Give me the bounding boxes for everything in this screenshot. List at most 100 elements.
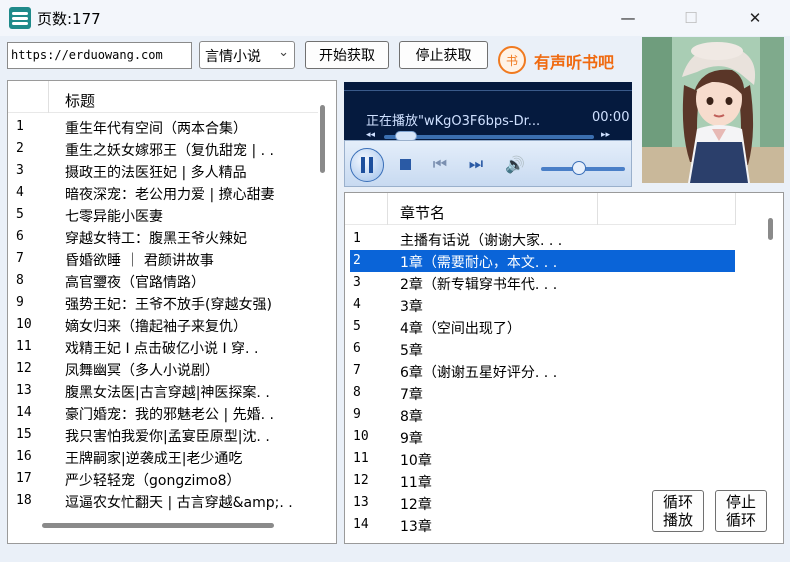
start-fetch-button[interactable]: 开始获取	[305, 41, 389, 69]
book-row[interactable]: 17 严少轻轻宠（gongzimo8）	[8, 468, 316, 490]
stop-fetch-button[interactable]: 停止获取	[399, 41, 488, 69]
book-row-number: 3	[16, 163, 24, 178]
book-row[interactable]: 15 我只害怕我爱你|孟宴臣原型|沈. .	[8, 424, 316, 446]
chapter-row-number: 1	[353, 231, 361, 246]
book-row[interactable]: 3 摄政王的法医狂妃 | 多人精品	[8, 160, 316, 182]
column-header-title: 标题	[65, 92, 96, 110]
loop-play-button[interactable]: 循环 播放	[652, 490, 704, 532]
book-row-title: 重生之妖女嫁邪王（复仇甜宠 | . .	[65, 143, 274, 159]
chapter-row[interactable]: 2 1章（需要耐心，本文. . .	[350, 250, 735, 272]
book-row-number: 7	[16, 251, 24, 266]
chevron-down-icon: ⌄	[278, 45, 289, 60]
book-row[interactable]: 9 强势王妃：王爷不放手(穿越女强)	[8, 292, 316, 314]
book-row[interactable]: 10 嫡女归来（撸起袖子来复仇）	[8, 314, 316, 336]
book-row-title: 王牌嗣家|逆袭成王|老少通吃	[65, 451, 243, 467]
title-bar: 页数:177 — ☐ ✕	[0, 0, 790, 36]
book-row-title: 重生年代有空间（两本合集）	[65, 121, 247, 137]
previous-icon: ⏮	[432, 154, 448, 173]
chapter-row[interactable]: 12 11章	[350, 470, 735, 492]
volume-handle[interactable]	[571, 161, 586, 175]
app-icon	[9, 7, 31, 29]
pause-button[interactable]	[350, 148, 384, 182]
maximize-button[interactable]: ☐	[674, 6, 708, 30]
book-row-number: 2	[16, 141, 24, 156]
book-row[interactable]: 12 凤舞幽冥（多人小说剧）	[8, 358, 316, 380]
book-list[interactable]: 标题 1 重生年代有空间（两本合集） 2 重生之妖女嫁邪王（复仇甜宠 | . . 3 摄政…	[7, 80, 337, 544]
minimize-button[interactable]: —	[611, 6, 645, 30]
book-list-vertical-scrollbar[interactable]	[320, 105, 325, 173]
stop-loop-button[interactable]: 停止 循环	[715, 490, 767, 532]
chapter-list-vertical-scrollbar[interactable]	[768, 218, 773, 240]
previous-button[interactable]: ⏮	[429, 154, 451, 174]
book-row-title: 严少轻轻宠（gongzimo8）	[65, 473, 241, 489]
chapter-row[interactable]: 8 7章	[350, 382, 735, 404]
book-row[interactable]: 1 重生年代有空间（两本合集）	[8, 116, 316, 138]
chapter-row-title: 8章	[400, 409, 423, 425]
seek-forward-icon[interactable]: ▸▸	[601, 130, 610, 140]
player-display: 正在播放"wKgO3F6bps-Dr... 00:00 ◂◂ ▸▸	[344, 82, 632, 140]
book-row[interactable]: 11 戏精王妃 I 点击破亿小说 I 穿. .	[8, 336, 316, 358]
book-row-title: 凤舞幽冥（多人小说剧）	[65, 363, 219, 379]
book-row-title: 豪门婚宠：我的邪魅老公 | 先婚. .	[65, 407, 274, 423]
book-row[interactable]: 18 逗逼农女忙翻天 | 古言穿越&amp;. .	[8, 490, 316, 512]
chapter-row[interactable]: 4 3章	[350, 294, 735, 316]
book-row[interactable]: 16 王牌嗣家|逆袭成王|老少通吃	[8, 446, 316, 468]
chapter-row-title: 9章	[400, 431, 423, 447]
book-row-title: 暗夜深宠：老公用力爱 | 撩心甜妻	[65, 187, 275, 203]
chapter-row-title: 11章	[400, 475, 432, 491]
headphones-book-icon: 书	[498, 46, 526, 74]
window-title: 页数:177	[37, 10, 101, 28]
book-row-number: 18	[16, 493, 32, 508]
chapter-row[interactable]: 1 主播有话说（谢谢大家. . .	[350, 228, 735, 250]
stop-button[interactable]	[395, 154, 415, 174]
avatar-illustration	[642, 37, 784, 183]
book-row[interactable]: 13 腹黑女法医|古言穿越|神医探案. .	[8, 380, 316, 402]
book-row-title: 七零异能小医妻	[65, 209, 163, 225]
player-controls: ⏮ ⏭ 🔊	[344, 140, 632, 187]
book-row-number: 9	[16, 295, 24, 310]
book-row-number: 4	[16, 185, 24, 200]
close-button[interactable]: ✕	[738, 6, 772, 30]
book-row[interactable]: 6 穿越女特工：腹黑王爷火辣妃	[8, 226, 316, 248]
seek-handle[interactable]	[394, 131, 417, 140]
book-list-horizontal-scrollbar[interactable]	[42, 523, 274, 528]
book-row-number: 6	[16, 229, 24, 244]
book-row-title: 腹黑女法医|古言穿越|神医探案. .	[65, 385, 270, 401]
book-row-title: 戏精王妃 I 点击破亿小说 I 穿. .	[65, 341, 259, 357]
chapter-row-number: 7	[353, 363, 361, 378]
book-row-title: 嫡女归来（撸起袖子来复仇）	[65, 319, 247, 335]
book-row-title: 穿越女特工：腹黑王爷火辣妃	[65, 231, 247, 247]
genre-selected-value: 言情小说	[205, 49, 261, 65]
chapter-row-number: 5	[353, 319, 361, 334]
chapter-row[interactable]: 7 6章（谢谢五星好评分. . .	[350, 360, 735, 382]
book-row[interactable]: 7 昏婚欲睡 ｜ 君颜讲故事	[8, 248, 316, 270]
seek-back-icon[interactable]: ◂◂	[366, 130, 375, 140]
next-button[interactable]: ⏭	[465, 154, 487, 174]
chapter-row-number: 6	[353, 341, 361, 356]
book-row-number: 15	[16, 427, 32, 442]
book-row[interactable]: 5 七零异能小医妻	[8, 204, 316, 226]
volume-button[interactable]: 🔊	[503, 154, 527, 174]
chapter-row-title: 12章	[400, 497, 432, 513]
chapter-row-title: 4章（空间出现了）	[400, 321, 521, 337]
logo-text: 有声听书吧	[534, 53, 615, 72]
book-row[interactable]: 2 重生之妖女嫁邪王（复仇甜宠 | . .	[8, 138, 316, 160]
genre-select[interactable]: 言情小说 ⌄	[199, 41, 295, 69]
chapter-row[interactable]: 10 9章	[350, 426, 735, 448]
chapter-row[interactable]: 5 4章（空间出现了）	[350, 316, 735, 338]
book-list-header: 标题	[8, 81, 318, 113]
chapter-row[interactable]: 11 10章	[350, 448, 735, 470]
book-row[interactable]: 8 高官瓕夜（官路情路）	[8, 270, 316, 292]
chapter-row[interactable]: 9 8章	[350, 404, 735, 426]
book-row-title: 昏婚欲睡 ｜ 君颜讲故事	[65, 253, 214, 269]
pause-icon	[361, 157, 373, 173]
book-row-number: 16	[16, 449, 32, 464]
book-row[interactable]: 4 暗夜深宠：老公用力爱 | 撩心甜妻	[8, 182, 316, 204]
chapter-row[interactable]: 6 5章	[350, 338, 735, 360]
chapter-row-number: 10	[353, 429, 369, 444]
chapter-row-title: 2章（新专辑穿书年代. . .	[400, 277, 558, 293]
chapter-row-number: 9	[353, 407, 361, 422]
book-row[interactable]: 14 豪门婚宠：我的邪魅老公 | 先婚. .	[8, 402, 316, 424]
chapter-row[interactable]: 3 2章（新专辑穿书年代. . .	[350, 272, 735, 294]
url-input[interactable]: https://erduowang.com	[7, 42, 192, 69]
